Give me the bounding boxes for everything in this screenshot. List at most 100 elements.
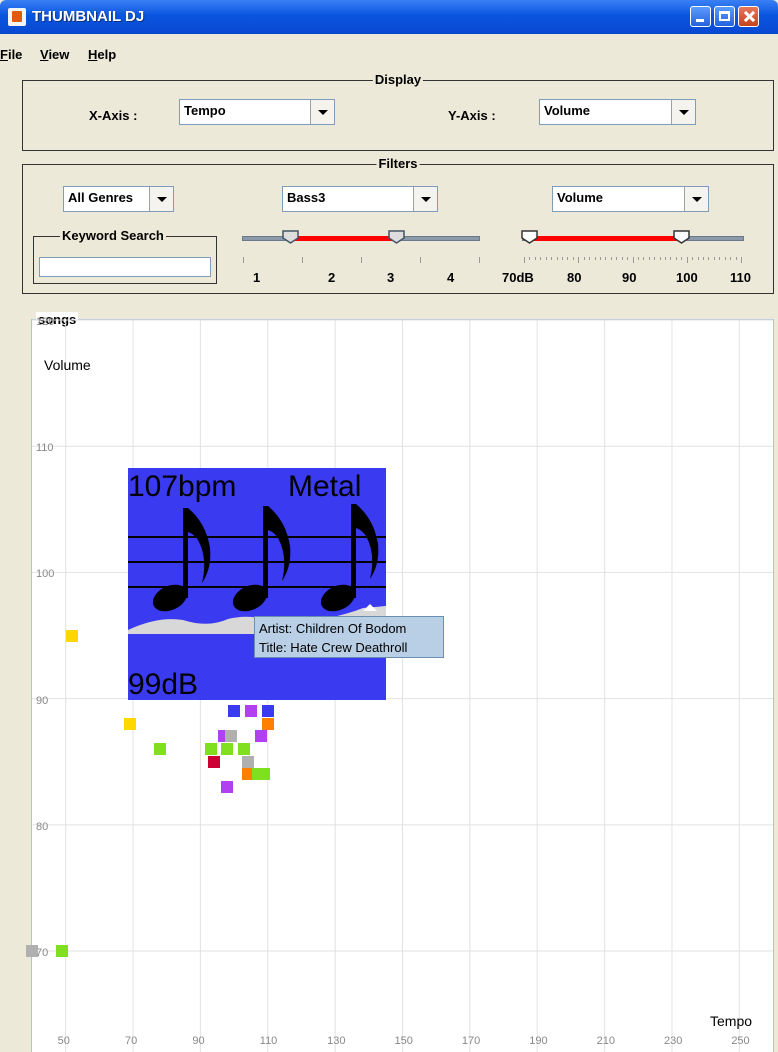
keyword-search-title: Keyword Search xyxy=(60,228,166,243)
volume-slider-tick xyxy=(703,257,705,260)
volume-filter-select[interactable]: Volume xyxy=(552,186,709,212)
song-point[interactable] xyxy=(56,945,69,958)
keyword-search-input[interactable] xyxy=(39,257,211,277)
volume-slider-tick xyxy=(556,257,558,260)
y-axis-value: Volume xyxy=(544,103,590,118)
x-tick-label: 90 xyxy=(192,1035,205,1047)
y-tick-label: 90 xyxy=(36,694,49,707)
volume-slider-tick xyxy=(594,257,596,260)
x-tick-label: 50 xyxy=(57,1035,70,1047)
song-point[interactable] xyxy=(26,945,38,958)
volume-slider-tick xyxy=(659,257,661,260)
volume-tick-label: 90 xyxy=(622,270,637,285)
volume-slider-tick xyxy=(686,257,688,263)
volume-slider-tick xyxy=(551,257,553,260)
y-axis-label: Y-Axis : xyxy=(448,108,496,123)
chevron-down-icon[interactable] xyxy=(413,187,437,211)
x-tick-label: 210 xyxy=(596,1035,615,1047)
volume-slider-tick xyxy=(610,257,612,260)
volume-slider-tick xyxy=(632,257,634,263)
bass-slider-tick xyxy=(420,257,421,263)
song-point[interactable] xyxy=(258,768,271,781)
song-point[interactable] xyxy=(207,755,220,768)
volume-tick-label: 70dB xyxy=(502,270,534,285)
volume-slider-tick xyxy=(605,257,607,260)
bass-slider-range xyxy=(290,236,397,241)
menu-view[interactable]: View xyxy=(40,47,69,62)
bass-slider-thumb-low[interactable] xyxy=(282,230,299,244)
song-point[interactable] xyxy=(261,705,274,718)
song-point[interactable] xyxy=(123,717,136,730)
volume-slider-tick xyxy=(621,257,623,260)
volume-slider-tick xyxy=(681,257,683,260)
chevron-down-icon[interactable] xyxy=(310,100,334,124)
song-point[interactable] xyxy=(238,743,251,756)
song-point[interactable] xyxy=(221,780,234,793)
song-point[interactable] xyxy=(204,743,217,756)
close-button[interactable] xyxy=(738,6,759,27)
volume-slider-tick xyxy=(599,257,601,260)
volume-slider-tick xyxy=(589,257,591,260)
bass-slider-thumb-high[interactable] xyxy=(388,230,406,244)
x-axis-label: X-Axis : xyxy=(89,108,138,123)
volume-slider-tick xyxy=(724,257,726,260)
volume-slider-tick xyxy=(643,257,645,260)
volume-slider-tick xyxy=(719,257,721,260)
song-point[interactable] xyxy=(241,755,254,768)
x-tick-label: 70 xyxy=(125,1035,138,1047)
bass-tick-label: 3 xyxy=(387,270,395,285)
volume-slider-tick xyxy=(675,257,677,260)
volume-slider-range xyxy=(529,236,682,241)
x-axis-value: Tempo xyxy=(184,103,226,118)
volume-slider-tick xyxy=(697,257,699,260)
volume-slider-tick xyxy=(561,257,563,260)
volume-slider-tick xyxy=(572,257,574,260)
chevron-down-icon[interactable] xyxy=(684,187,708,211)
song-thumbnail[interactable]: 107bpm Metal 99dB xyxy=(128,468,386,700)
volume-slider-tick xyxy=(735,257,737,260)
song-point[interactable] xyxy=(224,730,237,743)
y-axis-select[interactable]: Volume xyxy=(539,99,696,125)
genre-value: All Genres xyxy=(68,190,134,205)
menu-file[interactable]: File xyxy=(0,47,22,62)
maximize-button[interactable] xyxy=(714,6,735,27)
song-point[interactable] xyxy=(66,629,79,642)
volume-slider-tick xyxy=(637,257,639,260)
song-point[interactable] xyxy=(153,743,166,756)
display-group-title: Display xyxy=(372,72,424,87)
volume-slider-tick xyxy=(616,257,618,260)
y-tick-label: 110 xyxy=(36,442,54,455)
x-axis-select[interactable]: Tempo xyxy=(179,99,335,125)
volume-slider-tick xyxy=(708,257,710,260)
volume-slider-thumb-high[interactable] xyxy=(673,230,691,244)
volume-slider-tick xyxy=(730,257,732,260)
song-point[interactable] xyxy=(244,705,257,718)
song-point[interactable] xyxy=(221,743,234,756)
x-tick-label: 130 xyxy=(327,1035,346,1047)
volume-slider-tick xyxy=(529,257,531,260)
song-tooltip: Artist: Children Of Bodom Title: Hate Cr… xyxy=(254,616,444,658)
volume-slider-tick xyxy=(567,257,569,260)
chevron-down-icon[interactable] xyxy=(149,187,173,211)
y-tick-label: 80 xyxy=(36,820,49,833)
volume-slider-tick xyxy=(654,257,656,260)
volume-slider-tick xyxy=(627,257,629,260)
volume-tick-label: 100 xyxy=(676,270,698,285)
x-tick-label: 150 xyxy=(394,1035,413,1047)
keyword-search-group: Keyword Search xyxy=(33,228,217,284)
song-point[interactable] xyxy=(255,730,268,743)
bass-select[interactable]: Bass3 xyxy=(282,186,438,212)
bass-value: Bass3 xyxy=(287,190,326,205)
song-point[interactable] xyxy=(261,717,274,730)
filters-group-title: Filters xyxy=(376,156,420,171)
chevron-down-icon[interactable] xyxy=(671,100,695,124)
x-tick-label: 250 xyxy=(731,1035,750,1047)
genre-select[interactable]: All Genres xyxy=(63,186,174,212)
bass-tick-label: 4 xyxy=(447,270,455,285)
song-point[interactable] xyxy=(228,705,241,718)
minimize-button[interactable] xyxy=(690,6,711,27)
y-axis-name: Volume xyxy=(44,357,91,373)
window-title: THUMBNAIL DJ xyxy=(32,8,145,25)
menu-help[interactable]: Help xyxy=(88,47,116,62)
volume-slider-thumb-low[interactable] xyxy=(521,230,539,244)
